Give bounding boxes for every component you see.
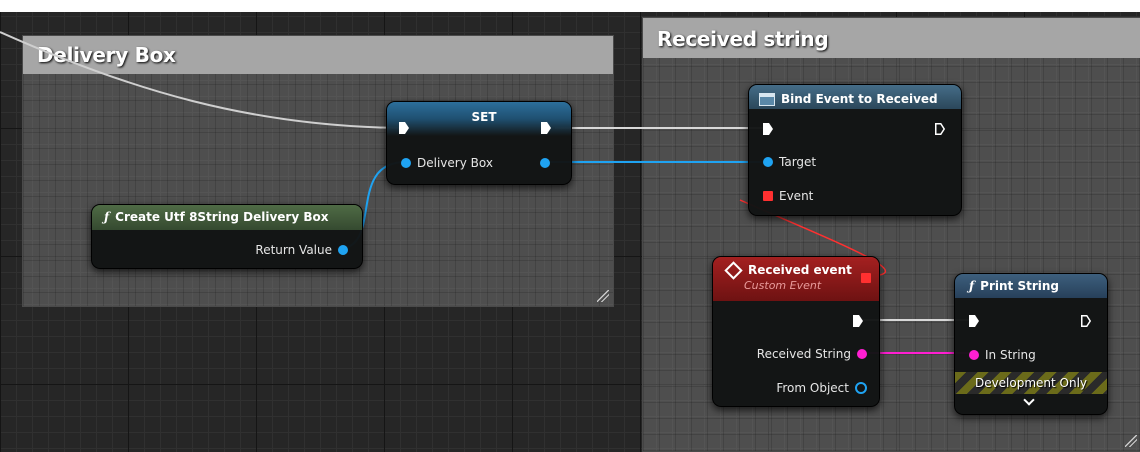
pin-label: In String <box>985 348 1036 362</box>
set-node-title: SET <box>471 110 497 124</box>
comment-title-delivery-box[interactable]: Delivery Box <box>23 36 613 74</box>
output-from-object[interactable]: From Object <box>776 381 867 395</box>
resize-grip[interactable] <box>597 290 609 302</box>
exec-in-pin[interactable] <box>763 123 773 135</box>
pin-label: Return Value <box>255 243 332 257</box>
pin-label: Delivery Box <box>417 156 493 170</box>
set-output-pin[interactable] <box>540 158 550 168</box>
create-utf8string-title: Create Utf 8String Delivery Box <box>115 210 329 224</box>
pin-label: Target <box>779 155 817 169</box>
set-input-delivery-box[interactable]: Delivery Box <box>401 156 493 170</box>
chevron-down-icon[interactable] <box>1023 394 1035 406</box>
pin-label: Received String <box>756 347 851 361</box>
pin-label: From Object <box>776 381 849 395</box>
input-event[interactable]: Event <box>763 189 813 203</box>
bind-event-node[interactable]: Bind Event to Received Target Event <box>748 84 962 216</box>
object-pin-icon[interactable] <box>855 382 867 394</box>
string-pin-icon[interactable] <box>969 350 979 360</box>
bind-event-header[interactable]: Bind Event to Received <box>749 85 961 109</box>
delegate-pin-icon[interactable] <box>763 191 773 201</box>
create-utf8string-node[interactable]: ƒ Create Utf 8String Delivery Box Return … <box>91 204 363 269</box>
exec-in-pin[interactable] <box>399 122 409 134</box>
string-pin-icon[interactable] <box>857 349 867 359</box>
print-string-title: Print String <box>980 279 1059 293</box>
development-only-banner: Development Only <box>955 372 1107 394</box>
bind-event-title: Bind Event to Received <box>781 92 938 106</box>
development-only-label: Development Only <box>974 376 1088 390</box>
blueprint-graph-canvas[interactable]: Delivery Box Received string SET Deliver… <box>0 0 1140 452</box>
comment-title-received-string[interactable]: Received string <box>643 18 1140 58</box>
delegate-output-pin[interactable] <box>861 273 871 283</box>
custom-event-icon <box>724 260 743 280</box>
function-icon: ƒ <box>969 279 975 293</box>
object-pin-icon[interactable] <box>763 157 773 167</box>
received-event-header[interactable]: Received event Custom Event <box>713 257 879 301</box>
object-pin-icon[interactable] <box>401 158 411 168</box>
exec-out-pin[interactable] <box>541 122 551 134</box>
resize-grip[interactable] <box>1125 435 1137 447</box>
received-event-node[interactable]: Received event Custom Event Received Str… <box>712 256 880 407</box>
print-string-node[interactable]: ƒ Print String In String Development Only <box>954 273 1108 415</box>
object-pin-icon[interactable] <box>338 245 348 255</box>
output-received-string[interactable]: Received String <box>757 347 867 361</box>
exec-out-pin[interactable] <box>935 123 945 135</box>
set-node[interactable]: SET Delivery Box <box>386 101 572 185</box>
function-icon: ƒ <box>104 210 110 224</box>
event-dispatcher-icon <box>759 92 775 106</box>
received-event-subtitle: Custom Event <box>744 279 822 292</box>
print-string-header[interactable]: ƒ Print String <box>955 274 1107 298</box>
output-return-value[interactable]: Return Value <box>255 243 348 257</box>
create-utf8string-header[interactable]: ƒ Create Utf 8String Delivery Box <box>92 205 362 230</box>
exec-in-pin[interactable] <box>969 315 979 327</box>
input-target[interactable]: Target <box>763 155 816 169</box>
graph-top-strip <box>0 0 1140 12</box>
input-in-string[interactable]: In String <box>969 348 1036 362</box>
exec-out-pin[interactable] <box>853 315 863 327</box>
pin-label: Event <box>779 189 814 203</box>
exec-out-pin[interactable] <box>1081 315 1091 327</box>
received-event-title: Received event <box>748 263 852 277</box>
